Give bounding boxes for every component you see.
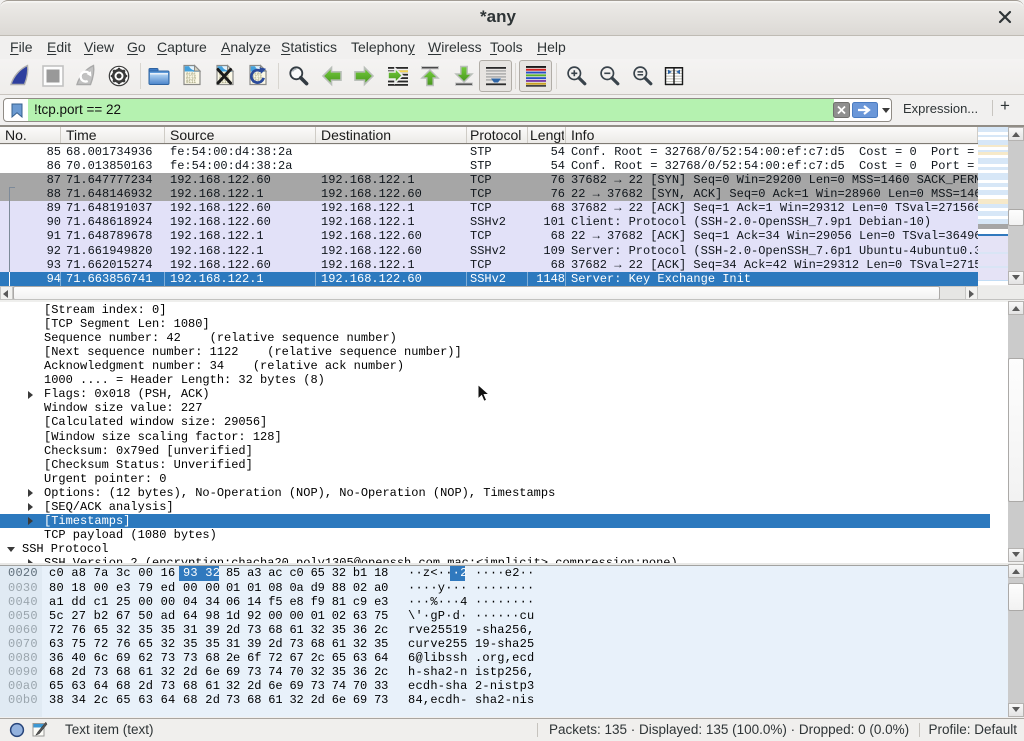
svg-text:0111: 0111: [186, 81, 197, 85]
